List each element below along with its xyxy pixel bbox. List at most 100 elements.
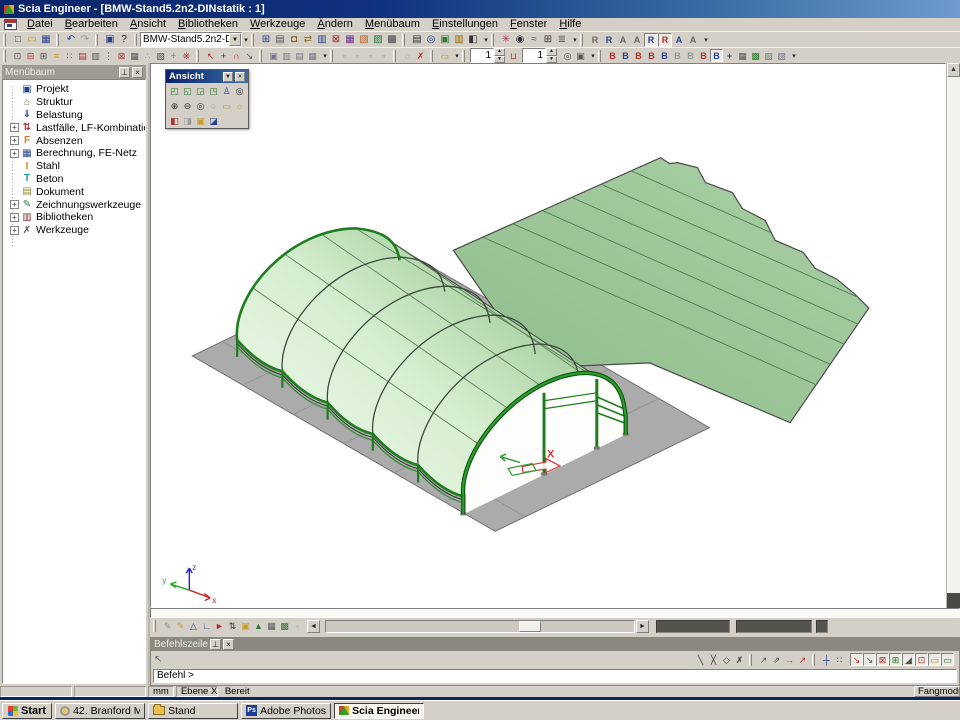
person-view-icon[interactable]: ♙ [220,84,233,97]
render-mode-icon[interactable]: R [644,33,658,47]
snap-edge-icon[interactable]: ▭ [928,653,941,666]
select-special-icon[interactable]: ※ [180,49,193,62]
loadcase-5-icon[interactable]: B [658,49,671,62]
tree-item-absenzen[interactable]: + F Absenzen [5,134,145,147]
toolbar-overflow-icon[interactable]: ▾ [589,52,597,60]
flag-icon[interactable]: ► [213,620,226,633]
close-icon[interactable]: × [223,639,234,650]
export-icon[interactable]: ▥ [452,33,466,47]
project-data-icon[interactable]: ⊞ [259,33,273,47]
task-photoshop[interactable]: Ps Adobe Photoshop ... [241,703,331,719]
snap-tangent-icon[interactable]: ◢ [902,653,915,666]
select-supports-icon[interactable]: ▤ [76,49,89,62]
expander-icon[interactable]: + [10,123,19,132]
toolbar-grip[interactable] [95,34,98,46]
toolbar-grip[interactable] [430,50,433,62]
swap-icon[interactable]: ⇅ [226,620,239,633]
menu-item[interactable]: Fenster [504,18,553,31]
select-areas-icon[interactable]: ▧ [154,49,167,62]
menu-item[interactable]: Ändern [311,18,358,31]
render-shade-icon[interactable]: R [658,33,672,47]
snap-midpoint-icon[interactable]: ◇ [720,653,733,666]
toolbar-grip[interactable] [330,50,333,62]
pin-icon[interactable]: ⊥ [210,639,221,650]
snap-line-icon[interactable]: ╲ [694,653,707,666]
spinner-arrows-icon[interactable]: ▲▼ [494,48,505,63]
snap-grid-icon[interactable]: ┼ [820,653,833,666]
mdi-child-icon[interactable] [4,19,17,30]
toolbar-grip[interactable] [598,50,601,62]
labels-c-icon[interactable]: A [672,33,686,47]
horizontal-scroll-strip[interactable] [150,608,960,618]
select-loads-icon[interactable]: ∷ [63,49,76,62]
box-icon[interactable]: ▣ [239,620,252,633]
tree-item-dokument[interactable]: + ▤ Dokument [5,185,145,198]
chart-icon[interactable]: ◧ [466,33,480,47]
select-mesh-icon[interactable]: ▦ [128,49,141,62]
snap-center-icon[interactable]: ⊡ [915,653,928,666]
title-bar[interactable]: Scia Engineer - [BMW-Stand5.2n2-DINstati… [0,0,960,18]
expander-icon[interactable]: + [10,149,19,158]
snap-ortho-icon[interactable]: ⊞ [889,653,902,666]
zoom-out-icon[interactable]: ⊖ [181,99,194,112]
toolbar-grip[interactable] [196,50,199,62]
labels-b-icon[interactable]: A [630,33,644,47]
pin-view-icon[interactable]: ✗ [414,49,427,62]
labels-d-icon[interactable]: A [686,33,700,47]
select-nodes-icon[interactable]: ⊟ [24,49,37,62]
save-icon[interactable]: ▦ [39,33,53,47]
select-dims-icon[interactable]: ⋮ [102,49,115,62]
paste-view-icon[interactable]: ▦ [306,49,319,62]
tree-item-belastung[interactable]: + ⇓ Belastung [5,109,145,122]
loadcase-2-icon[interactable]: B [619,49,632,62]
snap-intersect-icon[interactable]: ⊠ [876,653,889,666]
delete-icon[interactable]: ⊠ [329,33,343,47]
model-3d-view[interactable]: X z x y [151,64,945,607]
link-icon[interactable]: ✎ [161,620,174,633]
tree-item-struktur[interactable]: + ⌂ Struktur [5,96,145,109]
camera-icon[interactable]: ◧ [168,114,181,127]
lasso-icon[interactable]: ∩ [230,49,243,62]
snap-cross-icon[interactable]: ╳ [707,653,720,666]
zoom-select-icon[interactable]: ◎ [561,49,574,62]
tree-item-werkzeuge[interactable]: + ✗ Werkzeuge [5,224,145,237]
picture-icon[interactable]: ▣ [438,33,452,47]
view-params-icon[interactable]: ◪ [207,114,220,127]
snap-dir-4-icon[interactable]: ↗ [796,653,809,666]
undo-icon[interactable]: ↶ [64,33,78,47]
move-icon[interactable]: ⇄ [301,33,315,47]
snap-dir-2-icon[interactable]: ⇗ [770,653,783,666]
view-colors-icon[interactable]: ▭ [220,99,233,112]
tree-item-bibliotheken[interactable]: + ▥ Bibliotheken [5,211,145,224]
menu-item[interactable]: Datei [21,18,59,31]
arrange-d-icon[interactable]: ▫ [377,49,390,62]
scroll-up-icon[interactable]: ▲ [947,63,960,77]
loadcase-6-icon[interactable]: B [671,49,684,62]
ansicht-toolbar[interactable]: Ansicht ▼ × ◰◱◲◳♙◎ ⊕⊖◎○▭☼ ◧◨▣◪ [165,69,249,129]
task-branford[interactable]: 42. Branford Marsa... [55,703,145,719]
tree-item-zeichnung[interactable]: + ✎ Zeichnungswerkzeuge [5,198,145,211]
copy-props-icon[interactable]: ▣ [267,49,280,62]
expander-icon[interactable]: + [10,136,19,145]
zoom-selection-icon[interactable]: ○ [207,99,220,112]
terrain-icon[interactable]: ▲ [252,620,265,633]
redo-icon[interactable]: ↷ [78,33,92,47]
view-x-icon[interactable]: ◰ [168,84,181,97]
vertical-scrollbar[interactable]: ▲ [946,63,960,608]
chevron-down-icon[interactable]: ▼ [229,33,241,46]
layers-select-icon[interactable]: ▣ [574,49,587,62]
toolbar-grip[interactable] [402,34,405,46]
light-icon[interactable]: ☼ [233,99,246,112]
menubaum-header[interactable]: Menübaum ⊥ × [2,65,146,79]
view-z-icon[interactable]: ◲ [194,84,207,97]
snap-surface-icon[interactable]: ▭ [941,653,954,666]
toolbar-grip[interactable] [3,50,6,62]
copy-view-icon[interactable]: ▤ [293,49,306,62]
grid-icon[interactable]: ⊞ [541,33,555,47]
toolbar-grip[interactable] [580,34,583,46]
loadcase-4-icon[interactable]: B [645,49,658,62]
status-plane[interactable]: Ebene XY [176,686,218,697]
loadcase-k1-icon[interactable]: ▨ [762,49,775,62]
loadcase-8-icon[interactable]: B [697,49,710,62]
snap-dir-3-icon[interactable]: → [783,653,796,666]
